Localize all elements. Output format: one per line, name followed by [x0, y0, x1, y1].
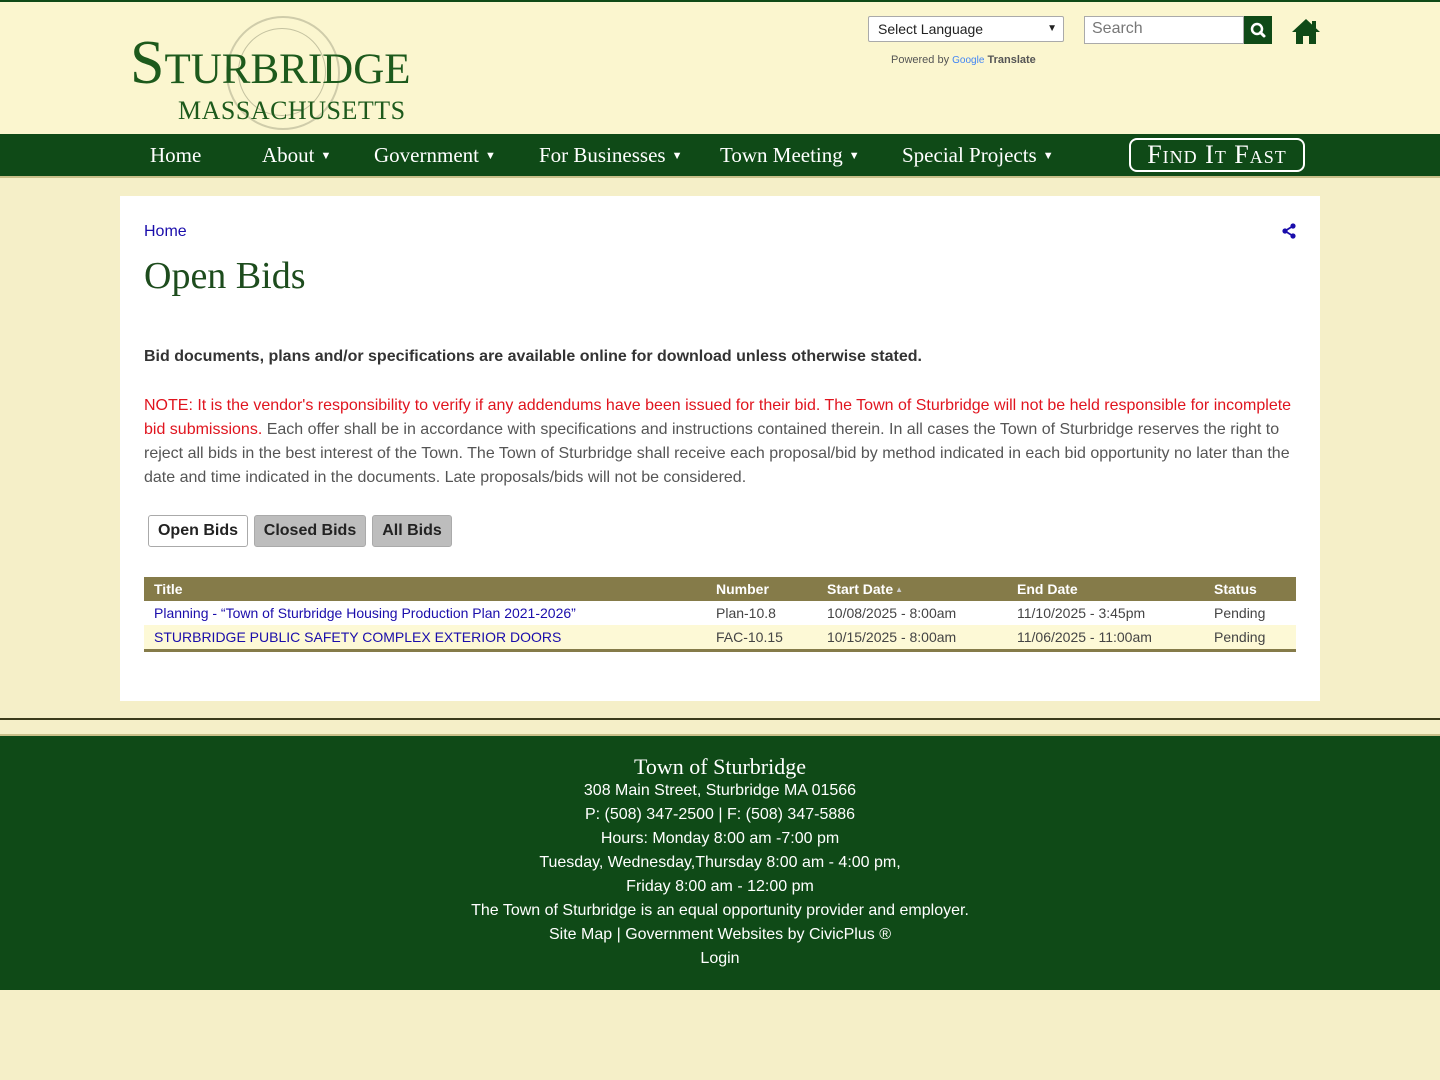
column-header-number[interactable]: Number: [716, 577, 769, 601]
column-header-label: Start Date: [827, 581, 894, 597]
table-footer-rule: [144, 649, 1296, 652]
bid-status: Pending: [1214, 629, 1266, 645]
page-title: Open Bids: [144, 255, 306, 297]
site-header: Sturbridge MASSACHUSETTS Select Language…: [0, 0, 1440, 134]
nav-item-government[interactable]: Government ▼: [374, 134, 496, 176]
column-header-start-date[interactable]: Start Date ▲: [827, 577, 903, 602]
bid-number: Plan-10.8: [716, 605, 776, 621]
main-content: Home Open Bids Bid documents, plans and/…: [120, 196, 1320, 701]
site-footer: Town of Sturbridge 308 Main Street, Stur…: [0, 736, 1440, 990]
sturbridge-logo[interactable]: Sturbridge MASSACHUSETTS: [130, 14, 430, 130]
table-header: Title Number Start Date ▲ End Date Status: [144, 577, 1296, 601]
nav-item-label: For Businesses: [539, 143, 666, 167]
bid-number: FAC-10.15: [716, 629, 783, 645]
footer-links[interactable]: Site Map | Government Websites by CivicP…: [0, 926, 1440, 944]
search-button[interactable]: [1244, 16, 1272, 44]
footer-hours-midweek: Tuesday, Wednesday,Thursday 8:00 am - 4:…: [539, 854, 901, 871]
footer-login-link[interactable]: Login: [0, 950, 1440, 968]
caret-down-icon: ▼: [848, 150, 860, 162]
footer-hours-friday: Friday 8:00 am - 12:00 pm: [626, 878, 814, 895]
bid-title-link[interactable]: Planning - “Town of Sturbridge Housing P…: [154, 601, 576, 625]
bid-title-link[interactable]: STURBRIDGE PUBLIC SAFETY COMPLEX EXTERIO…: [154, 625, 561, 649]
main-navigation: Home About ▼ Government ▼ For Businesses ▼ …: [0, 134, 1440, 178]
footer-title: Town of Sturbridge: [634, 754, 806, 779]
intro-text: Bid documents, plans and/or specificatio…: [144, 348, 922, 365]
column-header-end-date[interactable]: End Date: [1017, 577, 1078, 601]
caret-down-icon: ▼: [671, 150, 683, 162]
home-icon[interactable]: [1290, 16, 1322, 46]
caret-down-icon: ▼: [484, 150, 496, 162]
footer-equal-opportunity: The Town of Sturbridge is an equal oppor…: [471, 902, 969, 919]
tab-all-bids[interactable]: All Bids: [372, 515, 452, 547]
share-icon[interactable]: [1281, 223, 1297, 239]
table-row: STURBRIDGE PUBLIC SAFETY COMPLEX EXTERIO…: [144, 625, 1296, 649]
bid-end-date: 11/10/2025 - 3:45pm: [1017, 605, 1146, 621]
find-it-fast-button[interactable]: Find It Fast: [1129, 138, 1305, 172]
search-icon: [1250, 22, 1266, 38]
chevron-down-icon: ▼: [1047, 23, 1057, 34]
bid-start-date: 10/15/2025 - 8:00am: [827, 629, 957, 645]
search-input[interactable]: Search: [1084, 16, 1244, 44]
vendor-note: NOTE: It is the vendor's responsibility …: [144, 394, 1299, 490]
language-select-label: Select Language: [878, 21, 984, 37]
sort-ascending-icon: ▲: [895, 585, 904, 594]
table-row: Planning - “Town of Sturbridge Housing P…: [144, 601, 1296, 625]
footer-hours-monday: Hours: Monday 8:00 am -7:00 pm: [600, 830, 840, 847]
nav-item-label: Home: [150, 143, 202, 167]
nav-item-label: Government: [374, 143, 479, 167]
nav-item-label: About: [262, 143, 315, 167]
translate-link[interactable]: Translate: [987, 54, 1035, 66]
caret-down-icon: ▼: [320, 150, 332, 162]
footer-address: 308 Main Street, Sturbridge MA 01566: [583, 782, 857, 799]
bid-start-date: 10/08/2025 - 8:00am: [827, 605, 957, 621]
column-header-status[interactable]: Status: [1214, 577, 1257, 601]
column-header-title[interactable]: Title: [154, 577, 183, 601]
vendor-note-body: Each offer shall be in accordance with s…: [144, 421, 1290, 486]
nav-item-town-meeting[interactable]: Town Meeting ▼: [720, 134, 860, 176]
language-select[interactable]: Select Language ▼: [868, 16, 1064, 42]
footer-phone: P: (508) 347-2500 | F: (508) 347-5886: [584, 806, 856, 823]
logo-subtitle: MASSACHUSETTS: [178, 96, 406, 125]
tab-open-bids[interactable]: Open Bids: [148, 515, 248, 547]
google-translate-credit: Powered by Google Translate: [891, 54, 1036, 66]
powered-by-label: Powered by: [891, 54, 950, 66]
nav-item-special-projects[interactable]: Special Projects ▼: [902, 134, 1054, 176]
nav-item-label: Town Meeting: [720, 143, 843, 167]
bid-end-date: 11/06/2025 - 11:00am: [1017, 629, 1152, 645]
search-placeholder: Search: [1092, 20, 1143, 37]
tab-closed-bids[interactable]: Closed Bids: [254, 515, 366, 547]
google-logo: Google: [952, 55, 985, 66]
nav-item-label: Special Projects: [902, 143, 1037, 167]
nav-item-for-businesses[interactable]: For Businesses ▼: [539, 134, 683, 176]
bids-table: Title Number Start Date ▲ End Date Status…: [144, 577, 1296, 652]
nav-item-about[interactable]: About ▼: [262, 134, 331, 176]
nav-item-home[interactable]: Home: [150, 134, 201, 176]
footer-divider: [0, 718, 1440, 720]
breadcrumb-home[interactable]: Home: [144, 223, 187, 241]
bid-status: Pending: [1214, 605, 1266, 621]
logo-title: Sturbridge: [130, 29, 411, 97]
caret-down-icon: ▼: [1042, 150, 1054, 162]
